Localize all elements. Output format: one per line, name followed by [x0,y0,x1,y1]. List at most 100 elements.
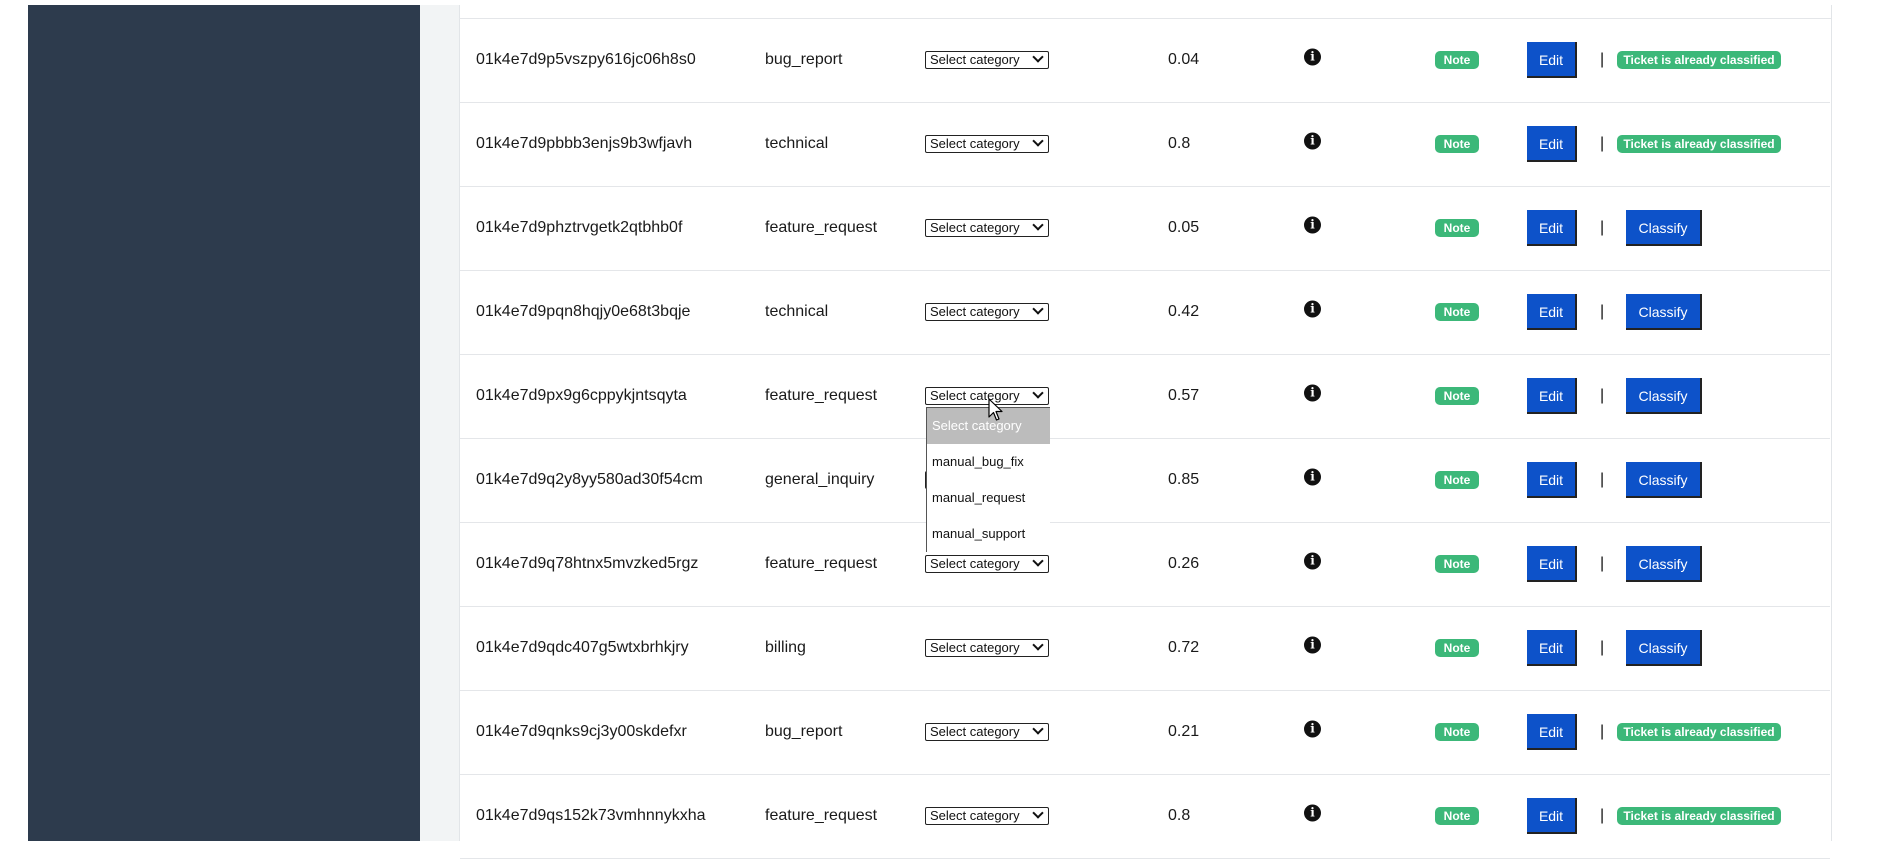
info-icon[interactable]: i [1304,636,1321,654]
info-icon[interactable]: i [1304,384,1321,402]
info-icon[interactable]: i [1304,300,1321,318]
category-select[interactable]: Select category [925,387,1049,405]
info-icon[interactable]: i [1304,552,1321,570]
chevron-down-icon [1032,555,1044,567]
table-row: 01k4e7d9pbbb3enjs9b3wfjavh technical Sel… [460,102,1830,187]
edit-button[interactable]: Edit [1527,462,1577,498]
category-select[interactable]: Select category [925,807,1049,825]
confidence-score: 0.04 [1168,51,1200,68]
category-select[interactable]: Select category [925,723,1049,741]
table-row: 01k4e7d9qdc407g5wtxbrhkjry billing Selec… [460,606,1830,691]
sidebar [28,5,420,841]
chevron-down-icon [1032,639,1044,651]
dropdown-option[interactable]: manual_request [927,480,1050,516]
action-separator: | [1600,303,1605,320]
table-row: 01k4e7d9q2y8yy580ad30f54cm general_inqui… [460,438,1830,523]
classify-button[interactable]: Classify [1626,294,1702,330]
info-icon[interactable]: i [1304,720,1321,738]
category-select[interactable]: Select category [925,555,1049,573]
note-button[interactable]: Note [1435,807,1479,825]
classified-badge: Ticket is already classified [1617,51,1781,69]
category-select-value: Select category [930,304,1020,319]
category-select[interactable]: Select category [925,219,1049,237]
classify-button[interactable]: Classify [1626,630,1702,666]
info-icon[interactable]: i [1304,48,1321,66]
classified-badge: Ticket is already classified [1617,807,1781,825]
chevron-down-icon [1032,135,1044,147]
ticket-id: 01k4e7d9q78htnx5mvzked5rgz [476,555,699,572]
ticket-id: 01k4e7d9q2y8yy580ad30f54cm [476,471,703,488]
edit-button[interactable]: Edit [1527,42,1577,78]
action-separator: | [1600,219,1605,236]
category-select-value: Select category [930,556,1020,571]
confidence-score: 0.42 [1168,303,1200,320]
dropdown-option[interactable]: manual_bug_fix [927,444,1050,480]
note-button[interactable]: Note [1435,723,1479,741]
info-icon[interactable]: i [1304,132,1321,150]
info-icon[interactable]: i [1304,216,1321,234]
category-select-value: Select category [930,136,1020,151]
action-separator: | [1600,51,1605,68]
note-button[interactable]: Note [1435,639,1479,657]
ticket-id: 01k4e7d9phztrvgetk2qtbhb0f [476,219,683,236]
ticket-id: 01k4e7d9qnks9cj3y00skdefxr [476,723,687,740]
edit-button[interactable]: Edit [1527,210,1577,246]
ticket-category: feature_request [765,555,878,572]
table-row: 01k4e7d9qnks9cj3y00skdefxr bug_report Se… [460,690,1830,775]
edit-button[interactable]: Edit [1527,378,1577,414]
ticket-category: general_inquiry [765,471,875,488]
chevron-down-icon [1032,219,1044,231]
dropdown-option[interactable]: manual_support [927,516,1050,552]
note-button[interactable]: Note [1435,555,1479,573]
category-select-value: Select category [930,52,1020,67]
chevron-down-icon [1032,51,1044,63]
category-select[interactable]: Select category [925,135,1049,153]
confidence-score: 0.72 [1168,639,1200,656]
category-dropdown-menu: Select category manual_bug_fix manual_requ… [926,407,1050,552]
table-row: 01k4e7d9p5vszpy616jc06h8s0 bug_report Se… [460,18,1830,103]
note-button[interactable]: Note [1435,387,1479,405]
classify-button[interactable]: Classify [1626,462,1702,498]
ticket-id: 01k4e7d9px9g6cppykjntsqyta [476,387,687,404]
ticket-category: technical [765,135,829,152]
chevron-down-icon [1032,387,1044,399]
edit-button[interactable]: Edit [1527,630,1577,666]
ticket-category: bug_report [765,723,843,740]
category-select[interactable]: Select category [925,51,1049,69]
note-button[interactable]: Note [1435,471,1479,489]
edit-button[interactable]: Edit [1527,126,1577,162]
mouse-pointer-icon [988,398,1004,427]
ticket-category: feature_request [765,807,878,824]
classified-badge: Ticket is already classified [1617,135,1781,153]
info-icon[interactable]: i [1304,468,1321,486]
note-button[interactable]: Note [1435,303,1479,321]
table-row: 01k4e7d9qs152k73vmhnnykxha feature_reque… [460,774,1830,859]
action-separator: | [1600,555,1605,572]
note-button[interactable]: Note [1435,51,1479,69]
note-button[interactable]: Note [1435,219,1479,237]
classify-button[interactable]: Classify [1626,210,1702,246]
classify-button[interactable]: Classify [1626,378,1702,414]
note-button[interactable]: Note [1435,135,1479,153]
category-select-value: Select category [930,808,1020,823]
edit-button[interactable]: Edit [1527,714,1577,750]
confidence-score: 0.57 [1168,387,1200,404]
edit-button[interactable]: Edit [1527,294,1577,330]
category-select[interactable]: Select category [925,639,1049,657]
confidence-score: 0.26 [1168,555,1200,572]
edit-button[interactable]: Edit [1527,798,1577,834]
info-icon[interactable]: i [1304,804,1321,822]
chevron-down-icon [1032,723,1044,735]
classify-button[interactable]: Classify [1626,546,1702,582]
action-separator: | [1600,135,1605,152]
action-separator: | [1600,807,1605,824]
category-select[interactable]: Select category [925,303,1049,321]
table-row: 01k4e7d9pqn8hqjy0e68t3bqje technical Sel… [460,270,1830,355]
ticket-id: 01k4e7d9p5vszpy616jc06h8s0 [476,51,696,68]
ticket-category: feature_request [765,219,878,236]
confidence-score: 0.05 [1168,219,1200,236]
ticket-id: 01k4e7d9qdc407g5wtxbrhkjry [476,639,689,656]
ticket-category: feature_request [765,387,878,404]
edit-button[interactable]: Edit [1527,546,1577,582]
table-row: 01k4e7d9phztrvgetk2qtbhb0f feature_reque… [460,186,1830,271]
